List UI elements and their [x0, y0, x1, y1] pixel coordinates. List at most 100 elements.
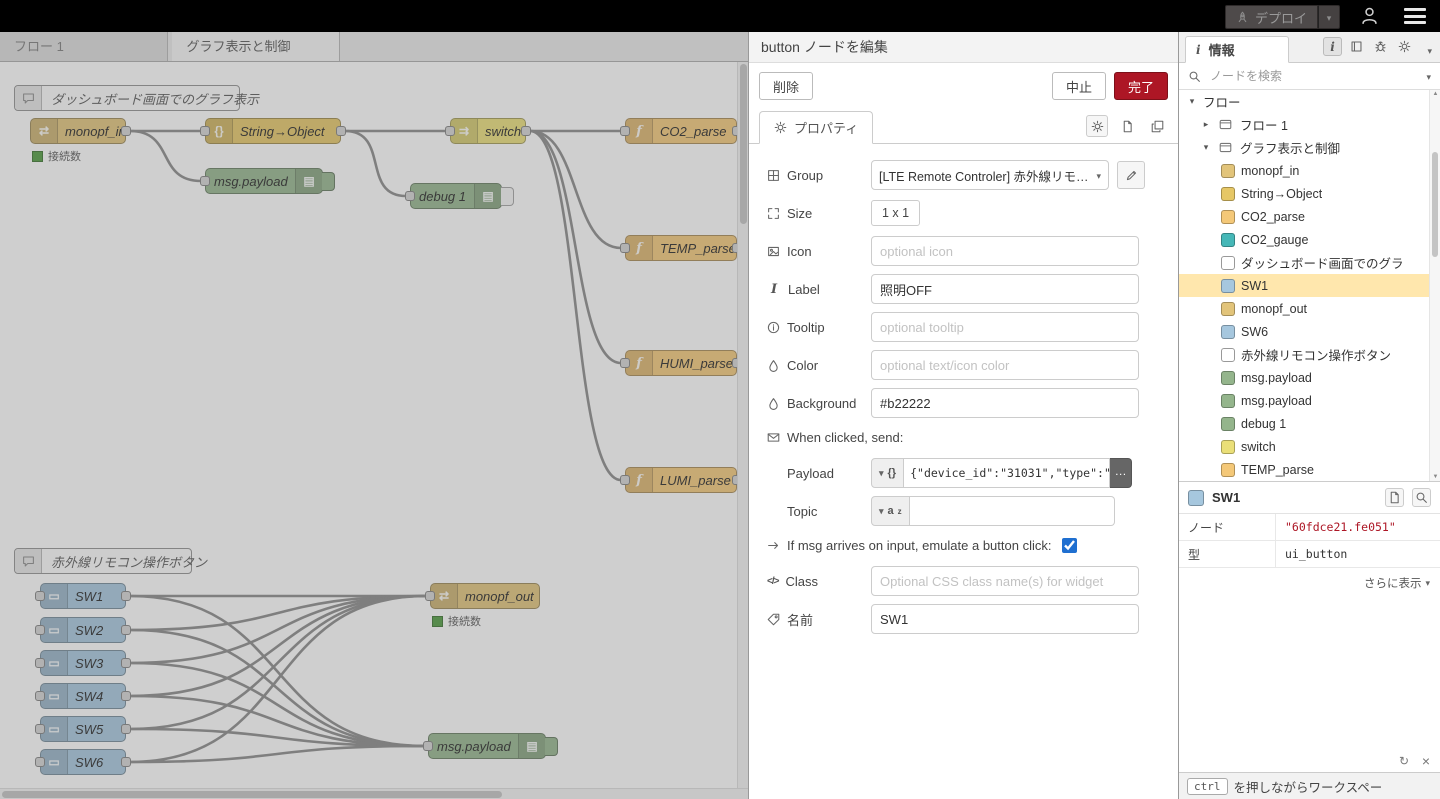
- flow-node-str2obj[interactable]: {}String→Object: [205, 118, 341, 144]
- config-tab-button[interactable]: [1395, 37, 1414, 56]
- scroll-up-icon[interactable]: [1431, 91, 1440, 97]
- input-port[interactable]: [620, 358, 630, 368]
- output-port[interactable]: [121, 658, 131, 668]
- class-field[interactable]: [871, 566, 1139, 596]
- wire[interactable]: [530, 131, 621, 363]
- node-settings-icon[interactable]: [1086, 115, 1108, 137]
- input-port[interactable]: [35, 691, 45, 701]
- input-port[interactable]: [423, 741, 433, 751]
- flow-node-temp[interactable]: fTEMP_parse: [625, 235, 737, 261]
- canvas-horizontal-scrollbar[interactable]: [0, 788, 748, 799]
- info-tab-button[interactable]: [1323, 37, 1342, 56]
- cancel-button[interactable]: 中止: [1052, 72, 1106, 100]
- sidebar-options-icon[interactable]: [1427, 41, 1432, 59]
- input-port[interactable]: [620, 475, 630, 485]
- tree-item[interactable]: ▾フロー: [1179, 90, 1429, 113]
- wire[interactable]: [130, 596, 424, 746]
- flow-node-sw4[interactable]: ▭SW4: [40, 683, 126, 709]
- flow-node-switch[interactable]: ⇉switch: [450, 118, 526, 144]
- flow-node-humi[interactable]: fHUMI_parse: [625, 350, 737, 376]
- name-field[interactable]: [871, 604, 1139, 634]
- deploy-options-button[interactable]: [1318, 5, 1340, 29]
- flow-node-msgp2[interactable]: ▤msg.payload: [428, 733, 546, 759]
- payload-input[interactable]: {"device_id":"31031","type":"object","pa…: [904, 458, 1110, 488]
- caret-icon[interactable]: ▾: [1201, 142, 1211, 153]
- input-port[interactable]: [620, 243, 630, 253]
- output-port[interactable]: [121, 126, 131, 136]
- icon-field[interactable]: [871, 236, 1139, 266]
- topic-input[interactable]: [910, 496, 1115, 526]
- tab-properties[interactable]: プロパティ: [759, 111, 873, 144]
- payload-type-button[interactable]: {}: [871, 458, 904, 488]
- wire[interactable]: [130, 596, 426, 729]
- flow-node-monopf_out[interactable]: ⇄monopf_out: [430, 583, 540, 609]
- scrollbar-thumb[interactable]: [1432, 152, 1438, 257]
- scrollbar-thumb[interactable]: [2, 791, 502, 798]
- done-button[interactable]: 完了: [1114, 72, 1168, 100]
- tree-item[interactable]: SW6: [1179, 320, 1429, 343]
- comment-node[interactable]: ダッシュボード画面でのグラフ表示: [14, 85, 240, 111]
- tree-item[interactable]: switch: [1179, 435, 1429, 458]
- emulate-checkbox[interactable]: [1062, 538, 1077, 553]
- edit-group-button[interactable]: [1117, 161, 1145, 189]
- tree-item[interactable]: msg.payload: [1179, 389, 1429, 412]
- output-port[interactable]: [521, 126, 531, 136]
- node-help-icon[interactable]: [1116, 115, 1138, 137]
- group-select[interactable]: [LTE Remote Controler] 赤外線リモコン: [871, 160, 1109, 190]
- tree-item[interactable]: 赤外線リモコン操作ボタン: [1179, 343, 1429, 366]
- flow-canvas[interactable]: ダッシュボード画面でのグラフ表示赤外線リモコン操作ボタン ⇄monopf_in {}…: [0, 62, 737, 788]
- debug-tab-button[interactable]: [1371, 37, 1390, 56]
- tree-item[interactable]: monopf_in: [1179, 159, 1429, 182]
- help-tab-button[interactable]: [1347, 37, 1366, 56]
- tree-item[interactable]: monopf_out: [1179, 297, 1429, 320]
- background-field[interactable]: [871, 388, 1139, 418]
- debug-toggle-button[interactable]: [545, 737, 558, 756]
- search-input[interactable]: [1208, 68, 1419, 84]
- input-port[interactable]: [35, 724, 45, 734]
- flow-node-sw6[interactable]: ▭SW6: [40, 749, 126, 775]
- close-tip-icon[interactable]: [1419, 754, 1433, 768]
- tab-flow-1[interactable]: フロー 1: [0, 32, 168, 61]
- caret-icon[interactable]: ▾: [1187, 96, 1197, 107]
- input-port[interactable]: [200, 126, 210, 136]
- wire[interactable]: [130, 131, 201, 181]
- flow-node-sw2[interactable]: ▭SW2: [40, 617, 126, 643]
- tree-item[interactable]: String→Object: [1179, 182, 1429, 205]
- input-port[interactable]: [445, 126, 455, 136]
- wire[interactable]: [530, 131, 621, 248]
- node-docs-button[interactable]: [1385, 488, 1404, 507]
- flow-node-msgp1[interactable]: ▤msg.payload: [205, 168, 323, 194]
- wire[interactable]: [130, 663, 424, 746]
- canvas-vertical-scrollbar[interactable]: [737, 62, 748, 788]
- caret-icon[interactable]: ▸: [1201, 119, 1211, 130]
- refresh-tip-icon[interactable]: [1397, 754, 1411, 768]
- tree-item[interactable]: ▾グラフ表示と制御: [1179, 136, 1429, 159]
- tab-graph-control[interactable]: グラフ表示と制御: [172, 32, 340, 61]
- output-port[interactable]: [336, 126, 346, 136]
- flow-node-sw5[interactable]: ▭SW5: [40, 716, 126, 742]
- input-port[interactable]: [425, 591, 435, 601]
- flow-node-lumi[interactable]: fLUMI_parse: [625, 467, 737, 493]
- tree-scrollbar[interactable]: [1429, 90, 1440, 481]
- tree-item[interactable]: msg.payload: [1179, 366, 1429, 389]
- comment-node[interactable]: 赤外線リモコン操作ボタン: [14, 548, 192, 574]
- flow-node-debug1[interactable]: ▤debug 1: [410, 183, 502, 209]
- tree-item[interactable]: debug 1: [1179, 412, 1429, 435]
- label-field[interactable]: [871, 274, 1139, 304]
- tree-item[interactable]: TEMP_parse: [1179, 458, 1429, 481]
- wire[interactable]: [530, 131, 621, 480]
- input-port[interactable]: [35, 658, 45, 668]
- flow-node-monopf_in[interactable]: ⇄monopf_in: [30, 118, 126, 144]
- output-port[interactable]: [121, 757, 131, 767]
- scrollbar-thumb[interactable]: [740, 64, 747, 224]
- color-field[interactable]: [871, 350, 1139, 380]
- topic-type-button[interactable]: az: [871, 496, 910, 526]
- show-more-link[interactable]: さらに表示: [1179, 568, 1440, 598]
- expand-dialog-icon[interactable]: [1146, 115, 1168, 137]
- flow-node-sw3[interactable]: ▭SW3: [40, 650, 126, 676]
- input-port[interactable]: [620, 126, 630, 136]
- input-port[interactable]: [35, 625, 45, 635]
- output-port[interactable]: [121, 691, 131, 701]
- menu-icon[interactable]: [1404, 8, 1426, 24]
- size-button[interactable]: 1 x 1: [871, 200, 920, 226]
